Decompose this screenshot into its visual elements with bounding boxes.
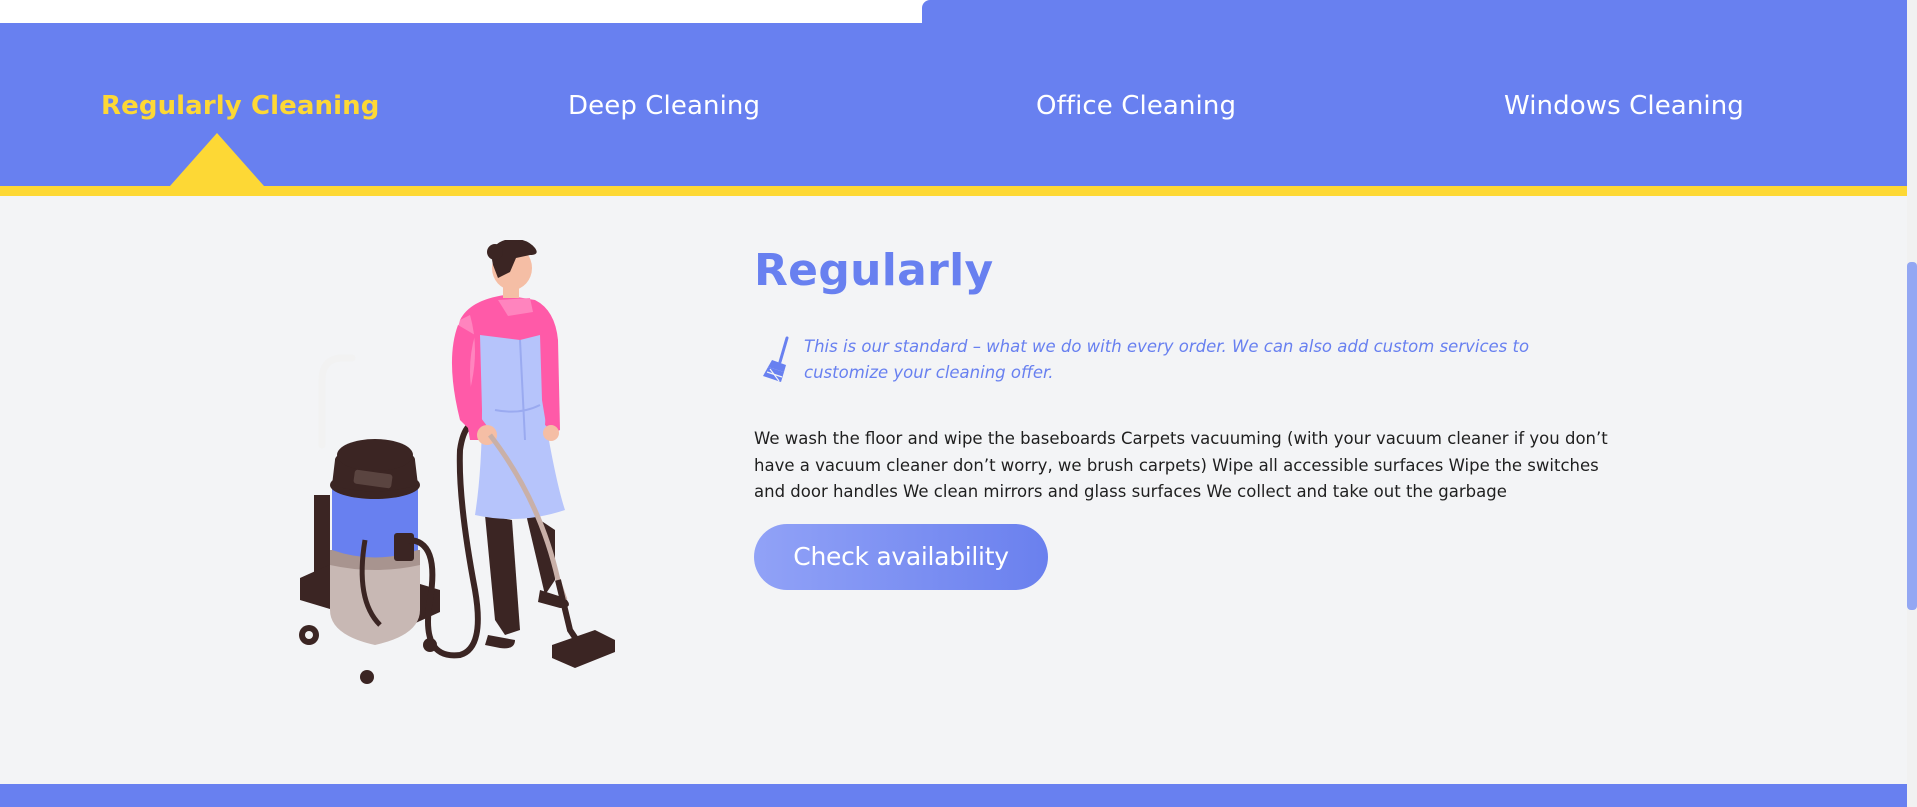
tab-windows-cleaning[interactable]: Windows Cleaning [1504, 91, 1744, 121]
broom-icon [763, 336, 789, 382]
tagline-text: This is our standard – what we do with e… [804, 337, 1530, 382]
page-scrollbar[interactable] [1907, 0, 1917, 807]
cleaner-with-vacuum-illustration [299, 240, 615, 684]
page: Regularly Cleaning Deep Cleaning Office … [0, 0, 1917, 807]
check-availability-button[interactable]: Check availability [754, 523, 1048, 590]
tab-office-cleaning[interactable]: Office Cleaning [1036, 91, 1236, 121]
top-strip-accent [922, 0, 1907, 23]
panel-heading: Regularly [754, 245, 994, 296]
service-tabs: Regularly Cleaning Deep Cleaning Office … [0, 23, 1907, 196]
scrollbar-thumb[interactable] [1907, 262, 1917, 610]
panel-tagline: This is our standard – what we do with e… [754, 334, 1614, 394]
top-strip [0, 0, 1907, 23]
bottom-band [0, 784, 1907, 807]
tab-regularly-cleaning[interactable]: Regularly Cleaning [101, 91, 379, 121]
active-tab-pointer [170, 133, 264, 186]
service-panel: Regularly This is our standard – what we… [754, 245, 1614, 590]
tabs-underline [0, 186, 1907, 196]
panel-description: We wash the floor and wipe the baseboard… [754, 429, 1608, 501]
tab-deep-cleaning[interactable]: Deep Cleaning [568, 91, 760, 121]
